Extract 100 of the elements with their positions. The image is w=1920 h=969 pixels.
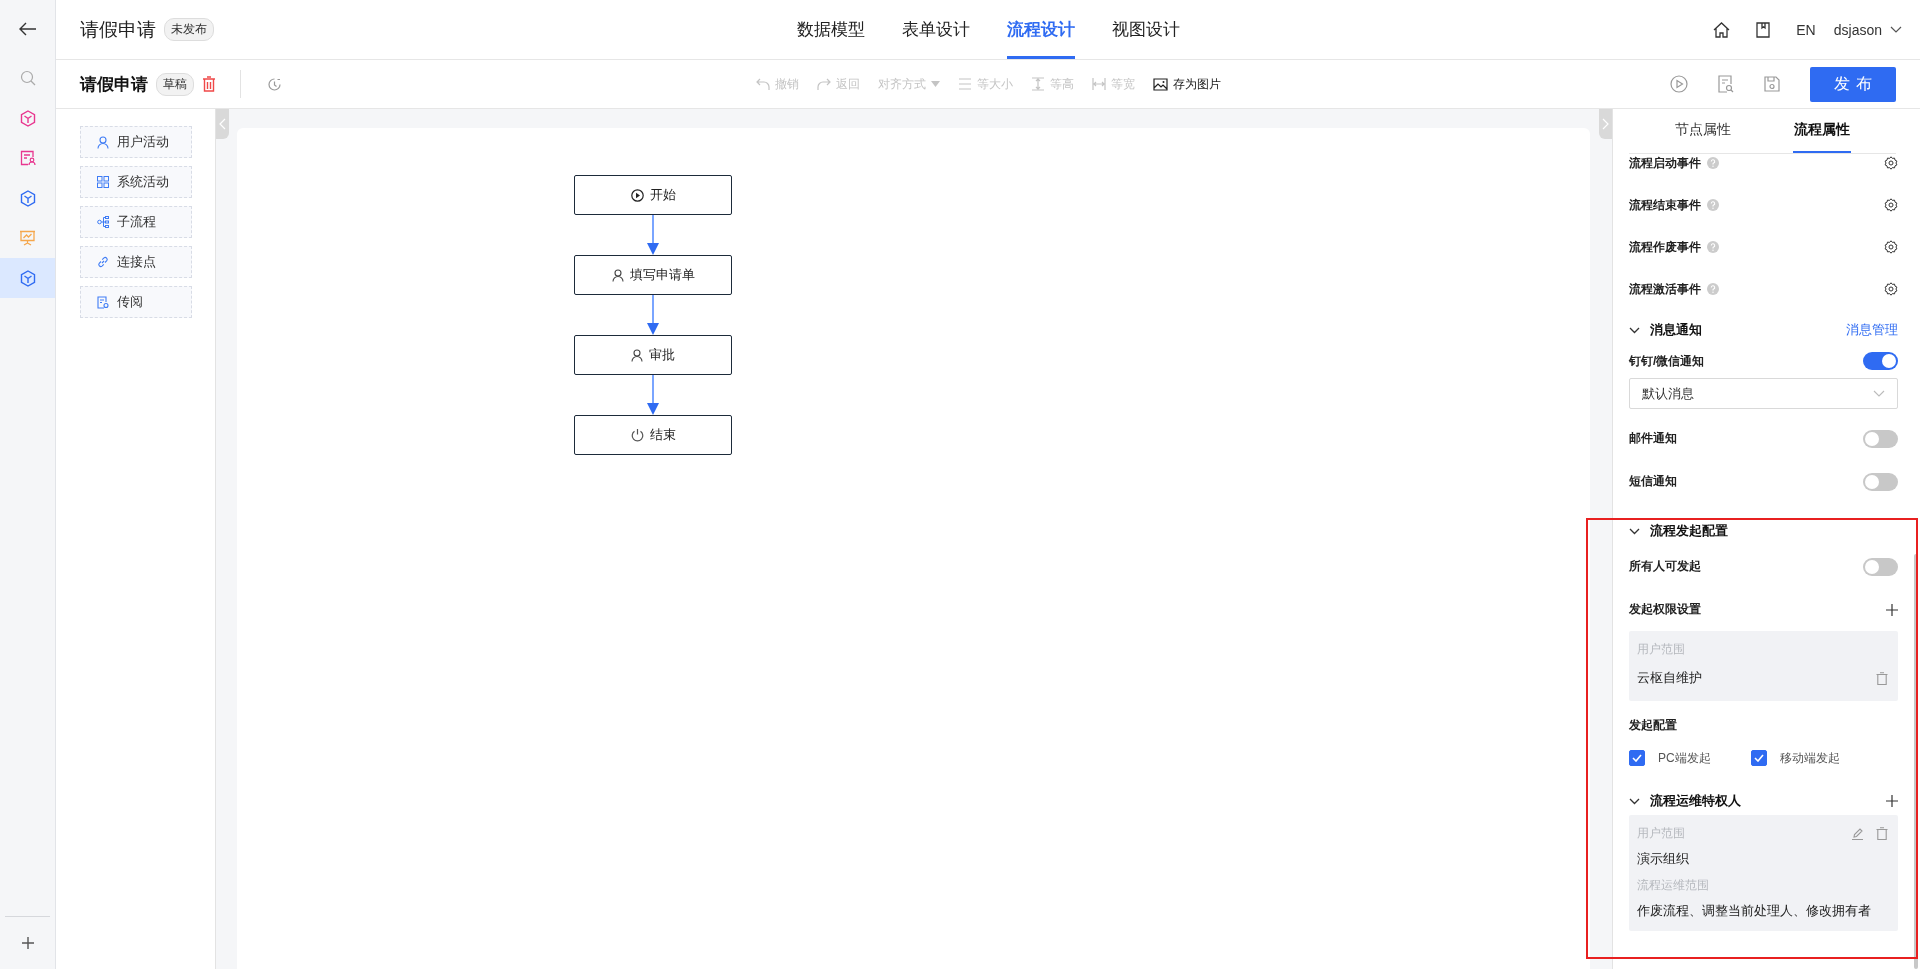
- user-menu[interactable]: dsjason: [1833, 21, 1902, 38]
- connector-arrow: [646, 375, 660, 415]
- grid-icon: [97, 176, 109, 188]
- nav-tab[interactable]: 视图设计: [1111, 0, 1180, 59]
- toggle-switch[interactable]: [1863, 472, 1898, 491]
- range-value: 作废流程、调整当前处理人、修改拥有者: [1637, 902, 1871, 920]
- undo-icon: [755, 77, 770, 91]
- checkbox-label: 移动端发起: [1779, 749, 1840, 767]
- toggle-switch[interactable]: [1863, 429, 1898, 448]
- nav-tab[interactable]: 表单设计: [901, 0, 970, 59]
- delete-icon[interactable]: [202, 76, 216, 92]
- chevron-down-icon: [1873, 390, 1885, 397]
- setting-label: 发起权限设置: [1629, 601, 1701, 618]
- settings-icon[interactable]: [1884, 156, 1898, 170]
- checkbox-label: PC端发起: [1658, 749, 1711, 767]
- flow-node[interactable]: 结束: [574, 415, 732, 455]
- plus-icon: [20, 936, 35, 950]
- settings-icon[interactable]: [1884, 198, 1898, 212]
- search-icon: [19, 70, 36, 86]
- field-caption: 用户范围: [1637, 640, 1685, 658]
- palette-item[interactable]: 用户活动: [80, 126, 192, 158]
- setting-label: 短信通知: [1629, 473, 1677, 490]
- publish-button[interactable]: 发布: [1810, 66, 1896, 102]
- expand-handle[interactable]: [1599, 109, 1612, 139]
- event-label: 流程启动事件: [1629, 154, 1701, 172]
- settings-icon[interactable]: [1884, 282, 1898, 296]
- delete-icon[interactable]: [1876, 671, 1888, 685]
- section-title: 流程发起配置: [1650, 522, 1728, 540]
- delete-icon[interactable]: [1876, 826, 1888, 840]
- scrollbar[interactable]: [1914, 554, 1918, 969]
- settings-icon[interactable]: [1884, 240, 1898, 254]
- branch-icon: [97, 216, 109, 228]
- panel-tab[interactable]: 节点属性: [1673, 109, 1732, 153]
- history-icon[interactable]: [267, 76, 282, 92]
- language-button[interactable]: EN: [1796, 21, 1816, 38]
- checkbox[interactable]: [1750, 750, 1767, 766]
- flow-node[interactable]: 开始: [574, 175, 732, 215]
- flow-node[interactable]: 填写申请单: [574, 255, 732, 295]
- panel-tab[interactable]: 流程属性: [1793, 109, 1852, 153]
- nav-tab[interactable]: 流程设计: [1006, 0, 1075, 59]
- field-caption: 用户范围: [1637, 824, 1685, 842]
- lines-icon: [957, 78, 972, 90]
- scope-value: 云枢自维护: [1637, 669, 1702, 687]
- setting-label: 邮件通知: [1629, 430, 1677, 447]
- palette-item[interactable]: 传阅: [80, 286, 192, 318]
- checkbox[interactable]: [1629, 750, 1645, 766]
- toolbar-button[interactable]: 存为图片: [1152, 75, 1221, 93]
- connector-arrow: [646, 295, 660, 335]
- section-title: 消息通知: [1650, 321, 1702, 339]
- user-icon: [97, 135, 109, 149]
- event-label: 流程作废事件: [1629, 238, 1701, 256]
- home-icon[interactable]: [1713, 21, 1731, 38]
- chevron-icon[interactable]: [1629, 326, 1640, 334]
- setting-label: 钉钉/微信通知: [1629, 352, 1705, 370]
- user-icon: [631, 348, 643, 362]
- document-icon: [97, 295, 109, 309]
- chevron-down-icon: [1890, 25, 1902, 34]
- app-title: 请假申请: [80, 17, 156, 42]
- help-icon[interactable]: [1707, 199, 1719, 211]
- flow-node[interactable]: 审批: [574, 335, 732, 375]
- palette-item[interactable]: 系统活动: [80, 166, 192, 198]
- toggle-switch[interactable]: [1863, 352, 1898, 370]
- user-icon: [611, 268, 624, 282]
- check-icon: [1632, 754, 1642, 762]
- connector-arrow: [646, 215, 660, 255]
- add-icon[interactable]: [1886, 603, 1898, 616]
- toggle-switch[interactable]: [1863, 557, 1898, 576]
- add-icon[interactable]: [1886, 795, 1898, 807]
- height-icon: [1030, 77, 1045, 91]
- bookmark-icon[interactable]: [1756, 21, 1771, 38]
- power-icon: [630, 428, 644, 442]
- status-tag: 未发布: [164, 18, 214, 41]
- nav-tab[interactable]: 数据模型: [796, 0, 865, 59]
- link-icon: [97, 256, 109, 268]
- chevron-icon[interactable]: [1629, 797, 1640, 805]
- rail-item[interactable]: [0, 258, 55, 298]
- width-icon: [1091, 77, 1106, 91]
- help-icon[interactable]: [1707, 241, 1719, 253]
- event-label: 流程激活事件: [1629, 280, 1701, 298]
- event-label: 流程结束事件: [1629, 196, 1701, 214]
- chevron-right-icon: [1602, 118, 1609, 130]
- palette-item[interactable]: 子流程: [80, 206, 192, 238]
- redo-icon: [816, 77, 831, 91]
- status-tag: 草稿: [156, 72, 194, 96]
- process-title: 请假申请: [80, 73, 148, 96]
- template-select[interactable]: 默认消息: [1629, 378, 1898, 409]
- arrow-left-icon: [18, 22, 37, 36]
- help-icon[interactable]: [1707, 283, 1719, 295]
- help-icon[interactable]: [1707, 157, 1719, 169]
- message-settings-link[interactable]: 消息管理: [1846, 321, 1898, 339]
- palette-item[interactable]: 连接点: [80, 246, 192, 278]
- setting-label: 所有人可发起: [1629, 558, 1701, 575]
- collapse-handle[interactable]: [216, 109, 229, 139]
- play-icon[interactable]: [1670, 75, 1688, 93]
- save-icon[interactable]: [1764, 76, 1780, 92]
- preview-icon[interactable]: [1718, 75, 1734, 93]
- edit-icon[interactable]: [1851, 826, 1864, 840]
- setting-label: 发起配置: [1629, 716, 1677, 734]
- image-icon: [1152, 77, 1168, 91]
- chevron-icon[interactable]: [1629, 527, 1640, 535]
